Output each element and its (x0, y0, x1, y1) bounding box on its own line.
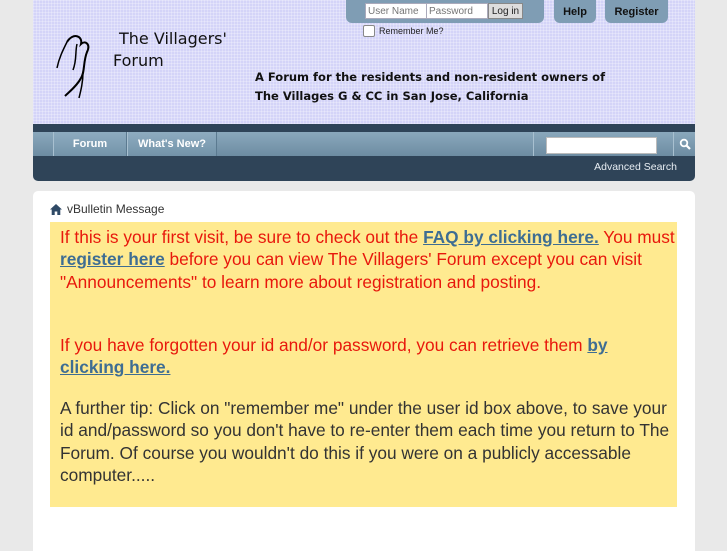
search-button[interactable] (673, 132, 696, 156)
remember-me-checkbox[interactable] (363, 25, 375, 37)
search-input[interactable] (546, 137, 657, 154)
site-title-line1: The Villagers' (119, 29, 227, 48)
breadcrumb: vBulletin Message (50, 202, 164, 216)
remember-me[interactable]: Remember Me? (363, 25, 444, 37)
notice-text: If this is your first visit, be sure to … (60, 227, 424, 247)
register-here-link[interactable]: register here (60, 249, 165, 269)
content-panel: vBulletin Message If this is your first … (33, 191, 695, 551)
message-notice: If this is your first visit, be sure to … (50, 222, 677, 507)
home-icon[interactable] (50, 203, 62, 215)
login-box: Log in (346, 0, 544, 23)
tab-whats-new[interactable]: What's New? (127, 132, 217, 156)
password-input[interactable] (426, 3, 488, 19)
site-title[interactable]: The Villagers' Forum (113, 28, 227, 72)
navbar: Forum What's New? Advanced Search (33, 124, 695, 181)
username-input[interactable] (365, 3, 427, 19)
breadcrumb-label: vBulletin Message (67, 202, 165, 216)
remember-me-label: Remember Me? (379, 26, 444, 36)
advanced-search-link[interactable]: Advanced Search (594, 161, 677, 173)
golfer-logo-icon[interactable] (55, 30, 95, 100)
notice-paragraph-1: If this is your first visit, be sure to … (60, 226, 675, 293)
login-button[interactable]: Log in (488, 3, 523, 19)
help-button[interactable]: Help (554, 0, 596, 23)
notice-paragraph-2: If you have forgotten your id and/or pas… (60, 334, 675, 379)
register-button[interactable]: Register (605, 0, 668, 23)
tagline-line2: The Villages G & CC in San Jose, Califor… (255, 89, 529, 103)
notice-paragraph-3: A further tip: Click on "remember me" un… (60, 398, 670, 485)
search-icon (679, 138, 691, 150)
tagline-line1: A Forum for the residents and non-reside… (255, 70, 606, 84)
nav-divider (533, 132, 534, 156)
faq-link[interactable]: FAQ by clicking here. (423, 227, 599, 247)
tab-forum[interactable]: Forum (53, 132, 127, 156)
notice-text: You must (598, 227, 675, 247)
notice-text: If you have forgotten your id and/or pas… (60, 335, 588, 355)
site-title-line2: Forum (113, 51, 164, 70)
site-tagline: A Forum for the residents and non-reside… (255, 68, 605, 106)
